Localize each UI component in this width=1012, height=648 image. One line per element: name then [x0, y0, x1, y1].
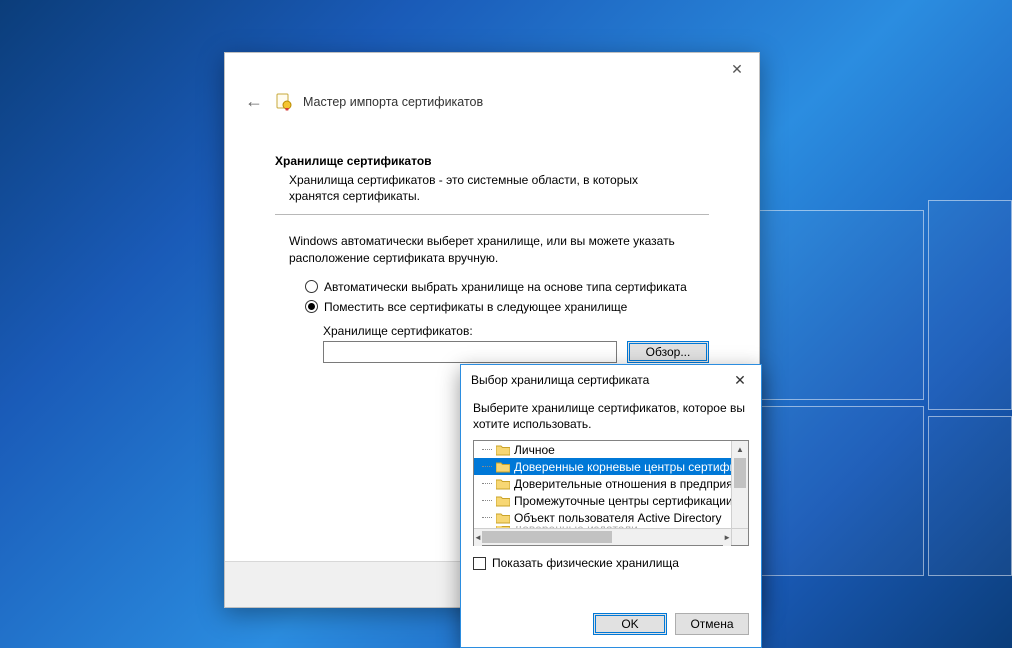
checkbox-icon — [473, 557, 486, 570]
section-description: Хранилища сертификатов - это системные о… — [289, 172, 669, 204]
horizontal-scrollbar[interactable]: ◄ ► — [474, 528, 731, 545]
wallpaper-panel — [744, 210, 924, 400]
tree-item-personal[interactable]: Личное — [474, 441, 731, 458]
divider — [275, 214, 709, 215]
show-physical-stores-checkbox[interactable]: Показать физические хранилища — [473, 556, 749, 570]
picker-titlebar: Выбор хранилища сертификата ✕ — [461, 365, 761, 395]
cancel-button[interactable]: Отмена — [675, 613, 749, 635]
wizard-body: Хранилище сертификатов Хранилища сертифи… — [225, 122, 759, 363]
tree-item-label: Доверительные отношения в предприятии — [514, 477, 731, 491]
tree-connector — [482, 517, 492, 518]
folder-icon — [496, 461, 510, 473]
scroll-track[interactable] — [732, 458, 748, 528]
close-icon[interactable]: ✕ — [719, 365, 761, 395]
ok-button[interactable]: OK — [593, 613, 667, 635]
picker-title: Выбор хранилища сертификата — [471, 373, 649, 387]
tree-item-label: Объект пользователя Active Directory — [514, 511, 731, 525]
radio-auto-label: Автоматически выбрать хранилище на основ… — [324, 280, 687, 294]
close-icon[interactable]: ✕ — [715, 54, 759, 84]
picker-body: Выберите хранилище сертификатов, которое… — [461, 395, 761, 603]
wizard-title: Мастер импорта сертификатов — [303, 95, 483, 109]
scroll-thumb[interactable] — [734, 458, 746, 488]
certificate-icon — [275, 93, 293, 111]
tree-item-label: Доверенные корневые центры сертификации — [514, 460, 731, 474]
tree-item-trusted-root[interactable]: Доверенные корневые центры сертификации — [474, 458, 731, 475]
certificate-store-input[interactable] — [323, 341, 617, 363]
wallpaper-panel — [744, 406, 924, 576]
tree-connector — [482, 466, 492, 467]
radio-place-in-store[interactable]: Поместить все сертификаты в следующее хр… — [305, 300, 709, 314]
wizard-titlebar: ✕ — [225, 53, 759, 85]
tree-item-label: Промежуточные центры сертификации — [514, 494, 731, 508]
picker-footer: OK Отмена — [461, 603, 761, 647]
certificate-store-block: Хранилище сертификатов: Обзор... — [323, 324, 709, 363]
radio-auto-select[interactable]: Автоматически выбрать хранилище на основ… — [305, 280, 709, 294]
scroll-track[interactable] — [482, 529, 723, 545]
radio-place-label: Поместить все сертификаты в следующее хр… — [324, 300, 627, 314]
scroll-thumb[interactable] — [482, 531, 612, 543]
tree-item-intermediate[interactable]: Промежуточные центры сертификации — [474, 492, 731, 509]
folder-icon — [496, 512, 510, 524]
show-physical-stores-label: Показать физические хранилища — [492, 556, 679, 570]
tree-item-ad-user-object[interactable]: Объект пользователя Active Directory — [474, 509, 731, 526]
scroll-left-icon[interactable]: ◄ — [474, 529, 482, 546]
certificate-store-label: Хранилище сертификатов: — [323, 324, 709, 338]
store-mode-radio-group: Автоматически выбрать хранилище на основ… — [305, 280, 709, 314]
section-heading: Хранилище сертификатов — [275, 154, 709, 168]
wallpaper-panel — [928, 416, 1012, 576]
auto-select-description: Windows автоматически выберет хранилище,… — [289, 233, 699, 265]
tree-item-enterprise-trust[interactable]: Доверительные отношения в предприятии — [474, 475, 731, 492]
certificate-store-picker-dialog: Выбор хранилища сертификата ✕ Выберите х… — [460, 364, 762, 648]
folder-icon — [496, 444, 510, 456]
tree-connector — [482, 500, 492, 501]
browse-button[interactable]: Обзор... — [627, 341, 709, 363]
tree-connector — [482, 483, 492, 484]
scroll-right-icon[interactable]: ► — [723, 529, 731, 546]
certificate-store-tree: Личное Доверенные корневые центры сертиф… — [473, 440, 749, 546]
folder-icon — [496, 495, 510, 507]
desktop-wallpaper: ✕ ← Мастер импорта сертификатов Хранилищ… — [0, 0, 1012, 648]
radio-icon — [305, 300, 318, 313]
wizard-header: ← Мастер импорта сертификатов — [225, 85, 759, 122]
tree-item-label: Личное — [514, 443, 731, 457]
folder-icon — [496, 478, 510, 490]
picker-instruction: Выберите хранилище сертификатов, которое… — [473, 401, 749, 432]
radio-icon — [305, 280, 318, 293]
wallpaper-panel — [928, 200, 1012, 410]
back-arrow-icon[interactable]: ← — [243, 91, 265, 112]
scroll-up-icon[interactable]: ▲ — [732, 441, 748, 458]
scroll-corner — [731, 528, 748, 545]
tree-connector — [482, 449, 492, 450]
